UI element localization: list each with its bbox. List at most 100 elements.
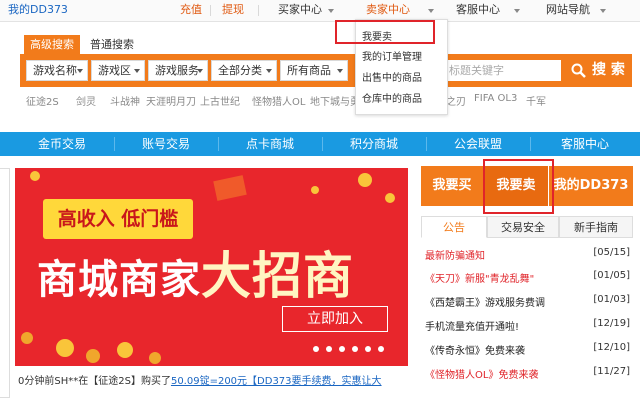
notice-date: [11/27]: [593, 366, 630, 377]
notice-title: 最新防骗通知: [425, 251, 485, 262]
hot-game-link[interactable]: 上古世纪: [200, 93, 240, 108]
hot-game-link[interactable]: 地下城与勇: [310, 93, 360, 108]
buy-button[interactable]: 我要买: [421, 166, 483, 206]
site-nav-menu[interactable]: 网站导航: [546, 3, 590, 17]
divider: [322, 137, 323, 151]
list-item[interactable]: 最新防骗通知 [05/15]: [425, 247, 630, 262]
search-bar: 游戏名称 游戏区 游戏服务 全部分类 所有商品 标题关键字: [20, 54, 562, 87]
chevron-down-icon: [337, 69, 343, 73]
notice-title: 《怪物猎人OL》免费来袭: [425, 370, 539, 381]
carousel-dot[interactable]: [339, 346, 345, 352]
chevron-down-icon: [600, 9, 606, 13]
divider: [426, 137, 427, 151]
nav-item-account-trade[interactable]: 账号交易: [124, 132, 208, 156]
notice-date: [12/10]: [593, 342, 630, 353]
nav-item-points-mall[interactable]: 积分商城: [332, 132, 416, 156]
carousel-dot[interactable]: [313, 346, 319, 352]
notice-title: 《天刀》新服"青龙乱舞": [425, 274, 535, 285]
chevron-down-icon: [514, 9, 520, 13]
game-service-select[interactable]: 游戏服务: [148, 60, 208, 81]
chevron-down-icon: [77, 69, 83, 73]
divider: [218, 137, 219, 151]
recharge-link[interactable]: 充值: [180, 3, 202, 17]
select-label: 所有商品: [287, 64, 331, 77]
tab-trade-safety[interactable]: 交易安全: [487, 216, 559, 238]
hot-game-link[interactable]: FIFA OL3: [474, 93, 517, 104]
trade-ticker: 0分钟前SH**在【征途2S】购买了50.09锭=200元【DD373要手续费，…: [18, 374, 410, 390]
list-item[interactable]: 手机流量充值开通啦! [12/19]: [425, 318, 630, 333]
nav-item-guild-alliance[interactable]: 公会联盟: [436, 132, 520, 156]
tab-beginner-guide[interactable]: 新手指南: [559, 216, 633, 238]
hot-game-link[interactable]: 剑灵: [76, 93, 96, 108]
select-label: 全部分类: [218, 64, 262, 77]
service-center-menu[interactable]: 客服中心: [456, 3, 500, 17]
ticker-link[interactable]: 50.09锭=200元: [171, 376, 247, 387]
nav-item-card-mall[interactable]: 点卡商城: [228, 132, 312, 156]
banner-title-part1: 商城商家: [37, 257, 201, 303]
divider: [530, 137, 531, 151]
buyer-center-menu[interactable]: 买家中心: [278, 3, 322, 17]
menu-item-on-sale[interactable]: 出售中的商品: [362, 69, 422, 84]
left-panel-edge: [0, 168, 10, 398]
chevron-down-icon: [197, 69, 203, 73]
divider: [114, 137, 115, 151]
list-item[interactable]: 《西楚霸王》游戏服务费调 [01/03]: [425, 294, 630, 309]
highlight-box: [335, 20, 435, 44]
chevron-down-icon: [266, 69, 272, 73]
search-button[interactable]: 搜 索: [562, 54, 632, 87]
hot-game-link[interactable]: 天涯明月刀: [146, 93, 196, 108]
category-select[interactable]: 全部分类: [211, 60, 277, 81]
ticker-link[interactable]: 【DD373要手续费，实惠让大: [247, 376, 382, 387]
list-item[interactable]: 《天刀》新服"青龙乱舞" [01/05]: [425, 270, 630, 285]
search-button-label: 搜 索: [592, 62, 625, 78]
list-item[interactable]: 《传奇永恒》免费来袭 [12/10]: [425, 342, 630, 357]
notice-title: 《西楚霸王》游戏服务费调: [425, 298, 545, 309]
hot-game-link[interactable]: 征途2S: [26, 93, 59, 108]
game-region-select[interactable]: 游戏区: [91, 60, 145, 81]
seller-center-menu[interactable]: 卖家中心: [366, 3, 410, 17]
main-nav: 金币交易 账号交易 点卡商城 积分商城 公会联盟 客服中心: [0, 132, 640, 156]
menu-item-order-management[interactable]: 我的订单管理: [362, 48, 422, 63]
chevron-down-icon: [328, 9, 334, 13]
nav-item-gold-trade[interactable]: 金币交易: [20, 132, 104, 156]
tab-advanced-search[interactable]: 高级搜索: [24, 35, 80, 54]
notice-date: [12/19]: [593, 318, 630, 329]
carousel-dot[interactable]: [378, 346, 384, 352]
notice-date: [05/15]: [593, 247, 630, 258]
tab-announcement[interactable]: 公告: [421, 216, 487, 238]
hot-game-link[interactable]: 斗战神: [110, 93, 140, 108]
keyword-input[interactable]: 标题关键字: [441, 60, 561, 81]
hot-game-link[interactable]: 之刃: [446, 93, 466, 108]
top-bar: 我的DD373 充值 提现 买家中心 卖家中心 客服中心 网站导航: [0, 0, 640, 22]
carousel-dot[interactable]: [365, 346, 371, 352]
menu-item-in-warehouse[interactable]: 仓库中的商品: [362, 90, 422, 105]
notice-title: 手机流量充值开通啦!: [425, 322, 520, 333]
divider: [258, 5, 259, 16]
banner-title-part2: 大招商: [201, 247, 354, 305]
select-label: 游戏名称: [33, 64, 77, 77]
hot-game-link[interactable]: 千军: [526, 93, 546, 108]
game-name-select[interactable]: 游戏名称: [26, 60, 88, 81]
search-icon: [571, 63, 586, 78]
carousel-dot[interactable]: [352, 346, 358, 352]
banner-title: 商城商家大招商: [37, 246, 397, 306]
join-now-button[interactable]: 立即加入: [282, 306, 388, 332]
list-item[interactable]: 《怪物猎人OL》免费来袭 [11/27]: [425, 366, 630, 381]
product-select[interactable]: 所有商品: [280, 60, 348, 81]
hot-game-link[interactable]: 怪物猎人OL: [252, 93, 305, 108]
chevron-down-icon: [134, 69, 140, 73]
notice-date: [01/03]: [593, 294, 630, 305]
withdraw-link[interactable]: 提现: [222, 3, 244, 17]
select-label: 游戏区: [98, 64, 131, 77]
promo-banner[interactable]: 高收入 低门槛 商城商家大招商 立即加入: [15, 168, 408, 366]
notice-title: 《传奇永恒》免费来袭: [425, 346, 525, 357]
carousel-dot[interactable]: [326, 346, 332, 352]
tab-normal-search[interactable]: 普通搜索: [84, 35, 140, 54]
highlight-box: [483, 159, 554, 214]
nav-item-service-center[interactable]: 客服中心: [540, 132, 630, 156]
notice-date: [01/05]: [593, 270, 630, 281]
my-account-link[interactable]: 我的DD373: [8, 3, 68, 17]
chevron-down-icon: [428, 9, 434, 13]
divider: [210, 5, 211, 16]
my-dd373-button[interactable]: 我的DD373: [549, 166, 633, 206]
